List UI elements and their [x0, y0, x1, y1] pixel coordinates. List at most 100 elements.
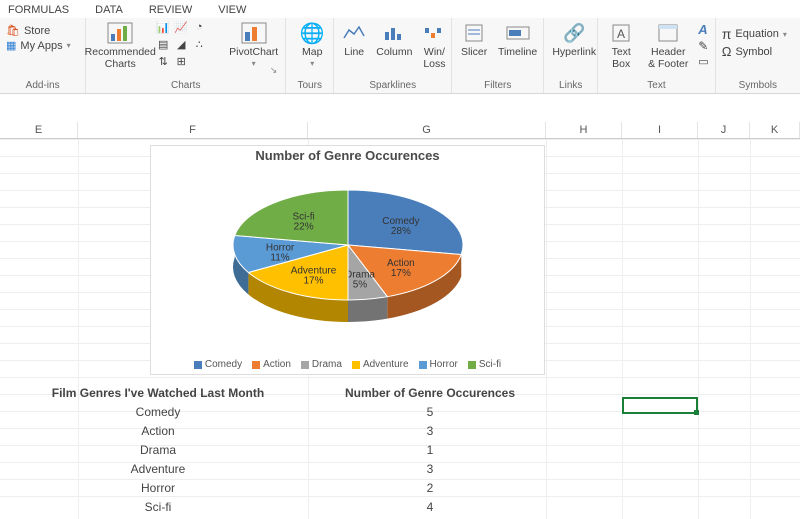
group-links: Links — [550, 80, 591, 93]
myapps-button[interactable]: ▦ My Apps ▾ — [6, 39, 79, 52]
chart-title: Number of Genre Occurences — [151, 146, 544, 163]
sparkline-column-button[interactable]: Column — [376, 20, 412, 59]
tab-view[interactable]: VIEW — [214, 2, 250, 18]
group-filters: Filters — [458, 80, 537, 93]
pivotchart-label: PivotChart — [229, 47, 278, 59]
object-icon[interactable]: ▭ — [698, 55, 708, 68]
chart-type-gallery[interactable]: 📊 📈 ◔ ▤ ◢ ∴ ⇅ ⊞ — [156, 20, 220, 68]
column-headers: EFGHIJK — [0, 122, 800, 139]
sparkline-column-icon — [380, 20, 408, 46]
hyperlink-label: Hyperlink — [552, 47, 596, 59]
equation-button[interactable]: π Equation ▾ — [722, 26, 794, 42]
chevron-down-icon: ▾ — [67, 41, 71, 50]
table-header-count: Number of Genre Occurences — [310, 385, 550, 401]
wordart-icon[interactable]: A — [698, 22, 708, 37]
textbox-label: Text Box — [612, 47, 631, 70]
worksheet[interactable]: Number of Genre Occurences Comedy28%Acti… — [0, 139, 800, 519]
count-cell[interactable]: 3 — [310, 460, 550, 477]
selected-cell[interactable] — [622, 397, 698, 414]
pivotchart-button[interactable]: PivotChart ▾ — [228, 20, 279, 68]
area-chart-icon[interactable]: ◢ — [174, 37, 188, 51]
col-K[interactable]: K — [750, 122, 800, 138]
headerfooter-button[interactable]: Header & Footer — [646, 20, 690, 70]
legend-item: Adventure — [352, 359, 409, 370]
signature-icon[interactable]: ✎ — [698, 39, 708, 53]
textbox-button[interactable]: A Text Box — [604, 20, 638, 70]
pie-chart[interactable]: Number of Genre Occurences Comedy28%Acti… — [150, 145, 545, 375]
legend-item: Drama — [301, 359, 342, 370]
globe-icon: 🌐 — [298, 20, 326, 46]
group-addins: Add-ins — [6, 80, 79, 93]
store-icon: 🛍 — [6, 24, 20, 37]
map-button[interactable]: 🌐 Map ▾ — [292, 20, 332, 68]
sparkline-winloss-icon — [420, 20, 448, 46]
tab-formulas[interactable]: FORMULAS — [4, 2, 73, 18]
pie-chart-svg: Comedy28%Action17%Drama5%Adventure17%Hor… — [151, 163, 546, 338]
genre-cell[interactable]: Drama — [8, 441, 308, 458]
sparkline-line-icon — [340, 20, 368, 46]
data-table: Film Genres I've Watched Last Month Numb… — [6, 383, 552, 517]
slicer-button[interactable]: Slicer — [458, 20, 490, 59]
pivotchart-icon — [240, 20, 268, 46]
table-row: Action3 — [8, 422, 550, 439]
recommended-charts-button[interactable]: Recommended Charts — [92, 20, 148, 70]
recommended-charts-icon — [106, 20, 134, 46]
scatter-chart-icon[interactable]: ∴ — [192, 37, 206, 51]
store-button[interactable]: 🛍 Store — [6, 24, 79, 37]
column-chart-icon[interactable]: 📊 — [156, 20, 170, 34]
equation-icon: π — [722, 26, 732, 42]
genre-cell[interactable]: Horror — [8, 479, 308, 496]
col-J[interactable]: J — [698, 122, 750, 138]
bar-chart-icon[interactable]: ▤ — [156, 37, 170, 51]
count-cell[interactable]: 4 — [310, 498, 550, 515]
genre-cell[interactable]: Adventure — [8, 460, 308, 477]
legend-item: Comedy — [194, 359, 242, 370]
count-cell[interactable]: 1 — [310, 441, 550, 458]
table-row: Drama1 — [8, 441, 550, 458]
genre-cell[interactable]: Sci-fi — [8, 498, 308, 515]
symbol-icon: Ω — [722, 44, 732, 59]
ribbon-tabs: FORMULAS DATA REVIEW VIEW — [0, 0, 800, 18]
col-H[interactable]: H — [546, 122, 622, 138]
apps-icon: ▦ — [6, 39, 16, 52]
table-row: Horror2 — [8, 479, 550, 496]
table-row: Sci-fi4 — [8, 498, 550, 515]
timeline-button[interactable]: Timeline — [498, 20, 537, 59]
svg-text:Sci-fi22%: Sci-fi22% — [293, 212, 315, 233]
textbox-icon: A — [607, 20, 635, 46]
legend-item: Horror — [419, 359, 458, 370]
tab-review[interactable]: REVIEW — [145, 2, 196, 18]
genre-cell[interactable]: Action — [8, 422, 308, 439]
ribbon: 🛍 Store ▦ My Apps ▾ Add-ins Recommended … — [0, 18, 800, 94]
store-label: Store — [24, 25, 50, 37]
svg-text:Action17%: Action17% — [387, 258, 415, 279]
slicer-icon — [460, 20, 488, 46]
sparkline-line-label: Line — [344, 47, 364, 59]
table-header-genre: Film Genres I've Watched Last Month — [8, 385, 308, 401]
slicer-label: Slicer — [461, 47, 487, 59]
col-E[interactable]: E — [0, 122, 78, 138]
group-sparklines: Sparklines — [340, 80, 445, 93]
sparkline-line-button[interactable]: Line — [340, 20, 368, 59]
hyperlink-button[interactable]: 🔗 Hyperlink — [550, 20, 598, 59]
genre-cell[interactable]: Comedy — [8, 403, 308, 420]
sparkline-winloss-label: Win/ Loss — [423, 47, 445, 70]
timeline-label: Timeline — [498, 47, 537, 59]
count-cell[interactable]: 5 — [310, 403, 550, 420]
count-cell[interactable]: 3 — [310, 422, 550, 439]
col-G[interactable]: G — [308, 122, 546, 138]
hyperlink-icon: 🔗 — [560, 20, 588, 46]
headerfooter-icon — [654, 20, 682, 46]
sparkline-winloss-button[interactable]: Win/ Loss — [420, 20, 448, 70]
count-cell[interactable]: 2 — [310, 479, 550, 496]
col-F[interactable]: F — [78, 122, 308, 138]
line-chart-icon[interactable]: 📈 — [174, 20, 188, 34]
pie-chart-icon[interactable]: ◔ — [192, 20, 206, 34]
equation-label: Equation — [735, 28, 778, 40]
col-I[interactable]: I — [622, 122, 698, 138]
tab-data[interactable]: DATA — [91, 2, 127, 18]
group-symbols: Symbols — [722, 80, 794, 93]
charts-dialog-launcher[interactable]: ↘ — [92, 65, 279, 76]
symbol-button[interactable]: Ω Symbol — [722, 44, 794, 59]
group-text: Text — [604, 80, 708, 93]
